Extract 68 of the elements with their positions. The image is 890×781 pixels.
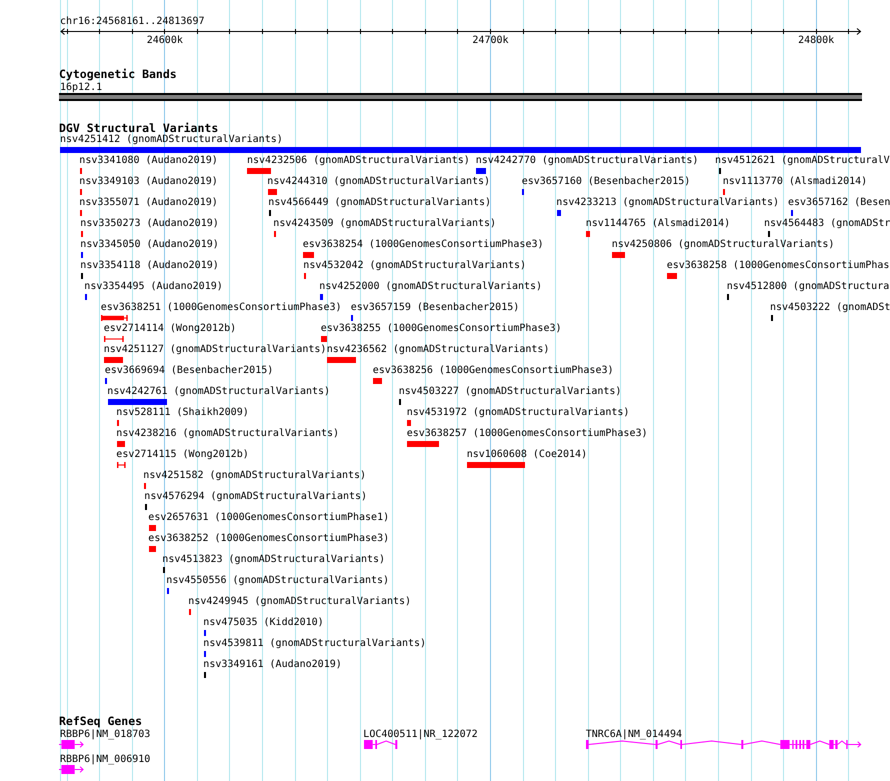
variant-label: esv3657162 (Besen bbox=[788, 197, 890, 208]
variant-label: nsv4566449 (gnomADStructuralVariants) bbox=[268, 197, 492, 208]
variant-label: nsv3349103 (Audano2019) bbox=[79, 176, 218, 188]
variant-label: nsv4513823 (gnomADStructuralVariants) bbox=[162, 554, 386, 566]
variant-label: nsv4531972 (gnomADStructuralVariants) bbox=[406, 407, 630, 418]
variant-label: nsv4503222 (gnomADSt bbox=[770, 302, 890, 314]
variant-label: nsv4249945 (gnomADStructuralVariants) bbox=[188, 596, 412, 608]
variant-label: esv3638257 (1000GenomesConsortiumPhase3) bbox=[406, 428, 648, 440]
variant-label: esv3657160 (Besenbacher2015) bbox=[522, 176, 690, 188]
location-label: chr16:24568161..24813697 bbox=[60, 16, 204, 27]
variant-label: nsv4550556 (gnomADStructuralVariants) bbox=[166, 575, 390, 586]
variant-label: nsv4251412 (gnomADStructuralVariants) bbox=[60, 134, 283, 145]
variant-label: esv3669694 (Besenbacher2015) bbox=[104, 365, 274, 376]
variant-label: esv3638256 (1000GenomesConsortiumPhase3) bbox=[372, 365, 614, 376]
gene-label: RBBP6|NM_018703 bbox=[60, 728, 150, 740]
variant-label: nsv475035 (Kidd2010) bbox=[203, 617, 324, 628]
variant-label: nsv4539811 (gnomADStructuralVariants) bbox=[203, 638, 426, 650]
variant-label: nsv1113770 (Alsmadi2014) bbox=[722, 176, 868, 188]
variant-label: esv3657159 (Besenbacher2015) bbox=[350, 302, 520, 314]
variant-label: nsv3354495 (Audano2019) bbox=[84, 281, 223, 292]
variant-label: nsv4244310 (gnomADStructuralVariants) bbox=[267, 176, 490, 188]
variant-label: nsv4242770 (gnomADStructuralVariants) bbox=[476, 155, 698, 166]
variant-label: nsv3355071 (Audano2019) bbox=[79, 197, 218, 208]
gene-model-drawing bbox=[58, 740, 84, 749]
variant-label: nsv4238216 (gnomADStructuralVariants) bbox=[116, 428, 340, 440]
variant-label: nsv4243509 (gnomADStructuralVariants) bbox=[273, 218, 496, 230]
gene-label: TNRC6A|NM_014494 bbox=[586, 728, 682, 740]
variant-label: nsv4232506 (gnomADStructuralVariants) bbox=[247, 155, 470, 166]
variant-label: nsv4233213 (gnomADStructuralVariants) bbox=[556, 197, 780, 208]
variant-label: nsv4503227 (gnomADStructuralVariants) bbox=[398, 386, 622, 398]
variant-label: esv3638258 (1000GenomesConsortiumPhas bbox=[666, 260, 890, 272]
track-title: DGV Structural Variants bbox=[59, 122, 218, 134]
tick-label: 24800k bbox=[798, 35, 834, 46]
variant-label: nsv4236562 (gnomADStructuralVariants) bbox=[326, 344, 550, 356]
gene-model-drawing bbox=[364, 740, 398, 749]
variant-label: esv3638255 (1000GenomesConsortiumPhase3) bbox=[320, 323, 562, 334]
variant-label: esv3638254 (1000GenomesConsortiumPhase3) bbox=[302, 239, 544, 250]
variant-label: nsv4512621 (gnomADStructuralV bbox=[715, 155, 890, 166]
track-title: Cytogenetic Bands bbox=[59, 68, 177, 80]
variant-label: nsv4564483 (gnomADStr bbox=[764, 218, 890, 230]
gene-label: LOC400511|NR_122072 bbox=[363, 728, 478, 740]
variant-label: nsv3354118 (Audano2019) bbox=[80, 260, 219, 272]
variant-label: esv2714115 (Wong2012b) bbox=[116, 449, 249, 460]
gene-label: RBBP6|NM_006910 bbox=[60, 754, 150, 765]
gene-model-drawing bbox=[58, 765, 84, 774]
variant-label: esv2714114 (Wong2012b) bbox=[104, 323, 236, 334]
variant-label: nsv1060608 (Coe2014) bbox=[466, 449, 588, 460]
variant-label: nsv4251582 (gnomADStructuralVariants) bbox=[143, 470, 366, 482]
variant-label: nsv4252000 (gnomADStructuralVariants) bbox=[319, 281, 542, 292]
variant-label: nsv4251127 (gnomADStructuralVariants) bbox=[104, 344, 326, 356]
variant-label: nsv4250806 (gnomADStructuralVariants) bbox=[612, 239, 834, 250]
variant-label: nsv4242761 (gnomADStructuralVariants) bbox=[107, 386, 330, 398]
variant-label: nsv3349161 (Audano2019) bbox=[203, 659, 342, 670]
tick-label: 24600k bbox=[146, 35, 183, 46]
variant-label: esv3638252 (1000GenomesConsortiumPhase3) bbox=[148, 533, 390, 544]
variant-label: esv3638251 (1000GenomesConsortiumPhase3) bbox=[100, 302, 342, 314]
variant-label: nsv1144765 (Alsmadi2014) bbox=[586, 218, 730, 230]
variant-label: esv2657631 (1000GenomesConsortiumPhase1) bbox=[148, 512, 390, 524]
band-label: 16p12.1 bbox=[60, 82, 102, 92]
variant-label: nsv3350273 (Audano2019) bbox=[80, 218, 219, 230]
tick-label: 24700k bbox=[472, 35, 509, 46]
track-title: RefSeq Genes bbox=[59, 715, 142, 727]
variant-label: nsv4576294 (gnomADStructuralVariants) bbox=[144, 491, 368, 502]
variant-label: nsv3345050 (Audano2019) bbox=[80, 239, 219, 250]
variant-label: nsv3341080 (Audano2019) bbox=[79, 155, 218, 166]
variant-label: nsv528111 (Shaikh2009) bbox=[116, 407, 249, 418]
variant-label: nsv4512800 (gnomADStructura bbox=[726, 281, 890, 292]
variant-label: nsv4532042 (gnomADStructuralVariants) bbox=[303, 260, 526, 272]
